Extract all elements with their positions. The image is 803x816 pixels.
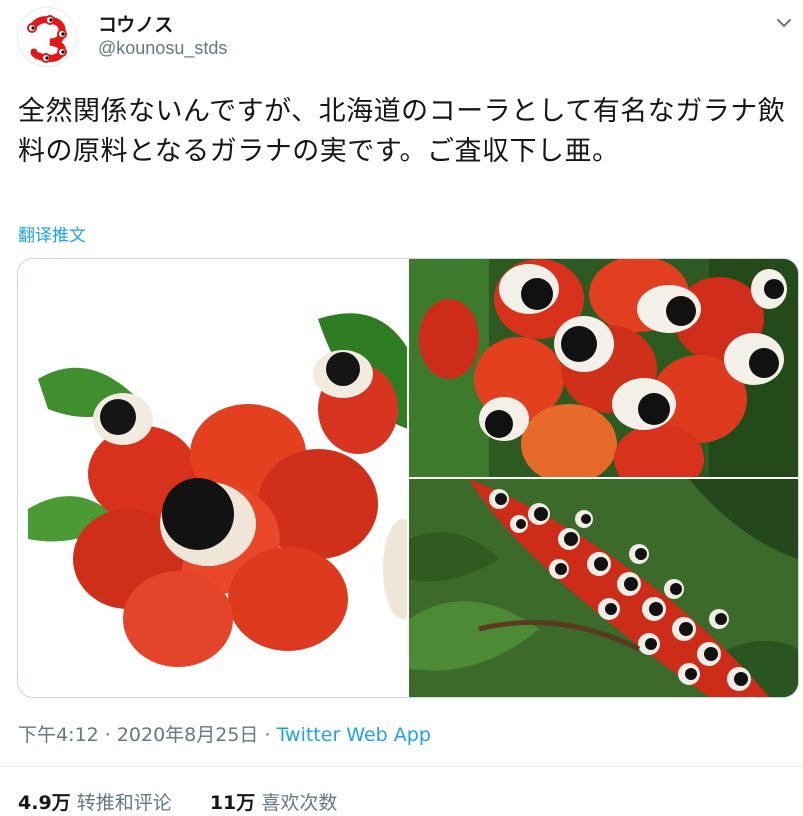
guarana-plant-photo[interactable] [409, 479, 798, 697]
tweet-date[interactable]: 2020年8月25日 [117, 724, 259, 746]
tweet-time[interactable]: 下午4:12 [18, 724, 99, 746]
meta-separator: · [264, 724, 271, 746]
avatar-logo-icon [27, 15, 67, 63]
retweets-stat[interactable]: 4.9万 转推和评论 [18, 792, 178, 814]
display-name[interactable]: コウノス [98, 10, 173, 37]
avatar[interactable] [18, 8, 76, 66]
media-grid [17, 258, 799, 698]
tweet-meta: 下午4:12 · 2020年8月25日 · Twitter Web App [18, 720, 431, 747]
divider [0, 766, 803, 767]
tweet-stats: 4.9万 转推和评论 11万 喜欢次数 [18, 788, 337, 815]
user-handle[interactable]: @kounosu_stds [98, 38, 227, 59]
guarana-closeup-photo[interactable] [409, 259, 798, 477]
guarana-fruit-cluster-photo[interactable] [18, 259, 407, 697]
meta-separator: · [104, 724, 111, 746]
tweet-source-link[interactable]: Twitter Web App [277, 724, 431, 746]
retweets-count: 4.9万 [18, 792, 71, 814]
tweet-text: 全然関係ないんですが、北海道のコーラとして有名なガラナ飲料の原料となるガラナの実… [18, 96, 786, 167]
translate-tweet-link[interactable]: 翻译推文 [18, 221, 86, 246]
likes-stat[interactable]: 11万 喜欢次数 [210, 792, 338, 814]
chevron-down-icon[interactable] [773, 12, 795, 34]
retweets-label: 转推和评论 [76, 792, 172, 814]
likes-label: 喜欢次数 [261, 792, 338, 814]
likes-count: 11万 [209, 792, 256, 814]
